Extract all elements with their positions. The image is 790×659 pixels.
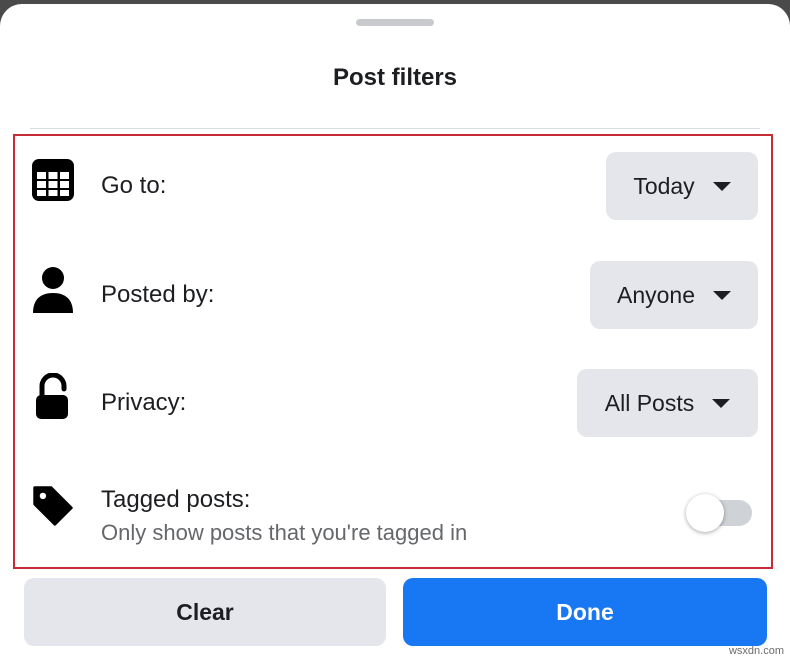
filter-row-privacy: Privacy: All Posts	[15, 363, 758, 437]
filter-row-tagged: Tagged posts: Only show posts that you'r…	[15, 482, 758, 552]
tag-icon	[31, 484, 75, 528]
person-icon	[31, 267, 75, 313]
caret-down-icon	[712, 398, 731, 408]
privacy-dropdown[interactable]: All Posts	[577, 369, 758, 437]
privacy-label: Privacy:	[101, 389, 187, 416]
posted-by-label: Posted by:	[101, 281, 215, 308]
goto-label: Go to:	[101, 172, 167, 199]
drag-handle[interactable]	[356, 19, 434, 26]
goto-dropdown[interactable]: Today	[606, 152, 758, 220]
watermark-text: wsxdn.com	[728, 645, 784, 657]
filter-row-goto: Go to: Today	[15, 146, 758, 220]
done-button[interactable]: Done	[403, 578, 767, 646]
posted-by-dropdown[interactable]: Anyone	[590, 261, 758, 329]
title-divider	[30, 128, 760, 129]
goto-value: Today	[633, 172, 695, 199]
post-filters-sheet: Post filters Go to: Today Posted by: Any…	[0, 4, 790, 659]
tagged-label: Tagged posts:	[101, 486, 251, 513]
sheet-title: Post filters	[332, 64, 458, 91]
unlock-icon	[31, 373, 75, 419]
posted-by-value: Anyone	[616, 281, 695, 308]
tagged-description: Only show posts that you're tagged in	[101, 520, 468, 545]
clear-button[interactable]: Clear	[24, 578, 386, 646]
calendar-icon	[31, 158, 75, 202]
caret-down-icon	[713, 290, 731, 300]
toggle-knob	[686, 494, 724, 532]
filter-row-posted-by: Posted by: Anyone	[15, 255, 758, 329]
privacy-value: All Posts	[604, 389, 695, 416]
caret-down-icon	[712, 181, 731, 191]
tagged-toggle[interactable]	[686, 494, 752, 532]
